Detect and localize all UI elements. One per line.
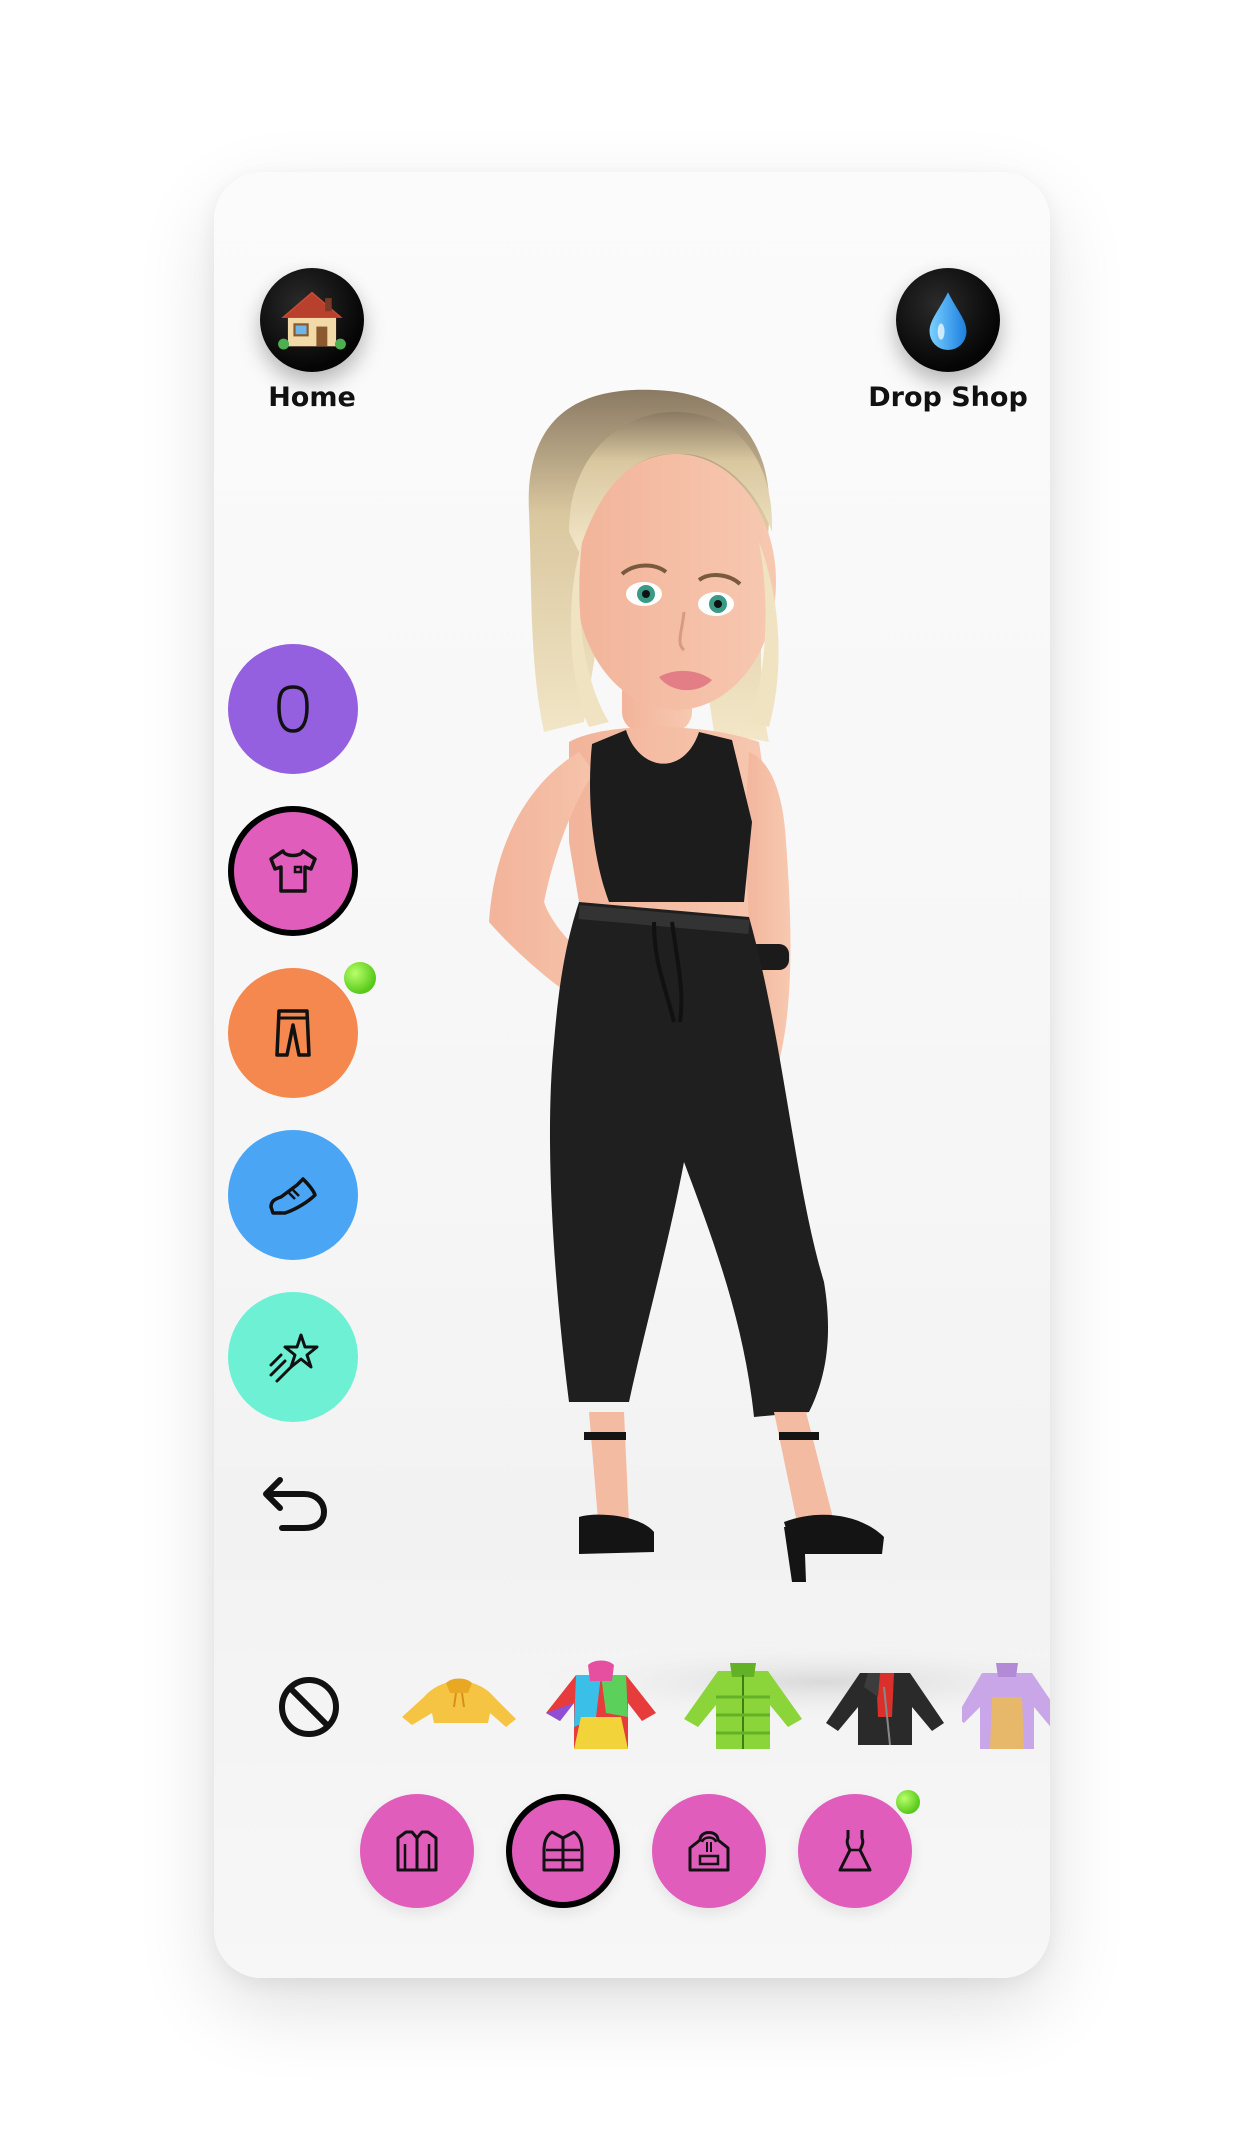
yellow-hoodie-thumbnail	[402, 1678, 516, 1727]
drop-shop-label: Drop Shop	[868, 382, 1028, 413]
category-tops-button[interactable]	[228, 806, 358, 936]
button-shirt-icon	[396, 1830, 438, 1872]
item-yellow-cropped-hoodie[interactable]	[394, 1657, 524, 1757]
subcategory-jacket-button[interactable]	[506, 1794, 620, 1908]
home-button[interactable]: Home	[242, 268, 382, 413]
pants-icon	[275, 1009, 311, 1057]
item-green-puffer-jacket[interactable]	[678, 1657, 808, 1757]
home-label: Home	[268, 382, 356, 413]
subcategory-shirt-button[interactable]	[360, 1794, 474, 1908]
house-icon	[260, 268, 364, 372]
item-purple-jacket[interactable]	[956, 1657, 1050, 1757]
purple-jacket-thumbnail	[956, 1663, 1050, 1749]
none-option-button[interactable]	[274, 1672, 344, 1742]
category-shoes-button[interactable]	[228, 1130, 358, 1260]
green-puffer-thumbnail	[684, 1663, 802, 1749]
dress-icon	[838, 1830, 872, 1872]
shooting-star-icon	[269, 1333, 319, 1383]
item-rainbow-tie-dye-hoodie[interactable]	[536, 1657, 666, 1757]
drop-shop-button[interactable]: Drop Shop	[866, 268, 1030, 413]
sneaker-icon	[269, 1177, 317, 1215]
new-indicator-dot	[896, 1790, 920, 1814]
item-black-red-moto-jacket[interactable]	[820, 1657, 950, 1757]
face-shape-icon	[277, 685, 309, 733]
avatar-figure	[489, 389, 1050, 1722]
undo-button[interactable]	[254, 1462, 334, 1542]
category-bottoms-button[interactable]	[228, 968, 358, 1098]
droplet-icon	[896, 268, 1000, 372]
subcategory-dress-button[interactable]	[798, 1794, 912, 1908]
undo-icon	[263, 1477, 328, 1531]
moto-jacket-thumbnail	[826, 1673, 944, 1746]
page: Home Drop Shop	[0, 0, 1256, 2132]
new-indicator-dot	[344, 962, 376, 994]
phone-screen: Home Drop Shop	[214, 172, 1050, 1978]
subcategory-hoodie-button[interactable]	[652, 1794, 766, 1908]
tie-dye-hoodie-thumbnail	[546, 1660, 656, 1749]
category-effects-button[interactable]	[228, 1292, 358, 1422]
hoodie-icon	[688, 1831, 730, 1872]
none-icon	[279, 1677, 339, 1737]
puffer-jacket-icon	[542, 1830, 584, 1872]
category-face-button[interactable]	[228, 644, 358, 774]
shirt-icon	[269, 849, 317, 893]
